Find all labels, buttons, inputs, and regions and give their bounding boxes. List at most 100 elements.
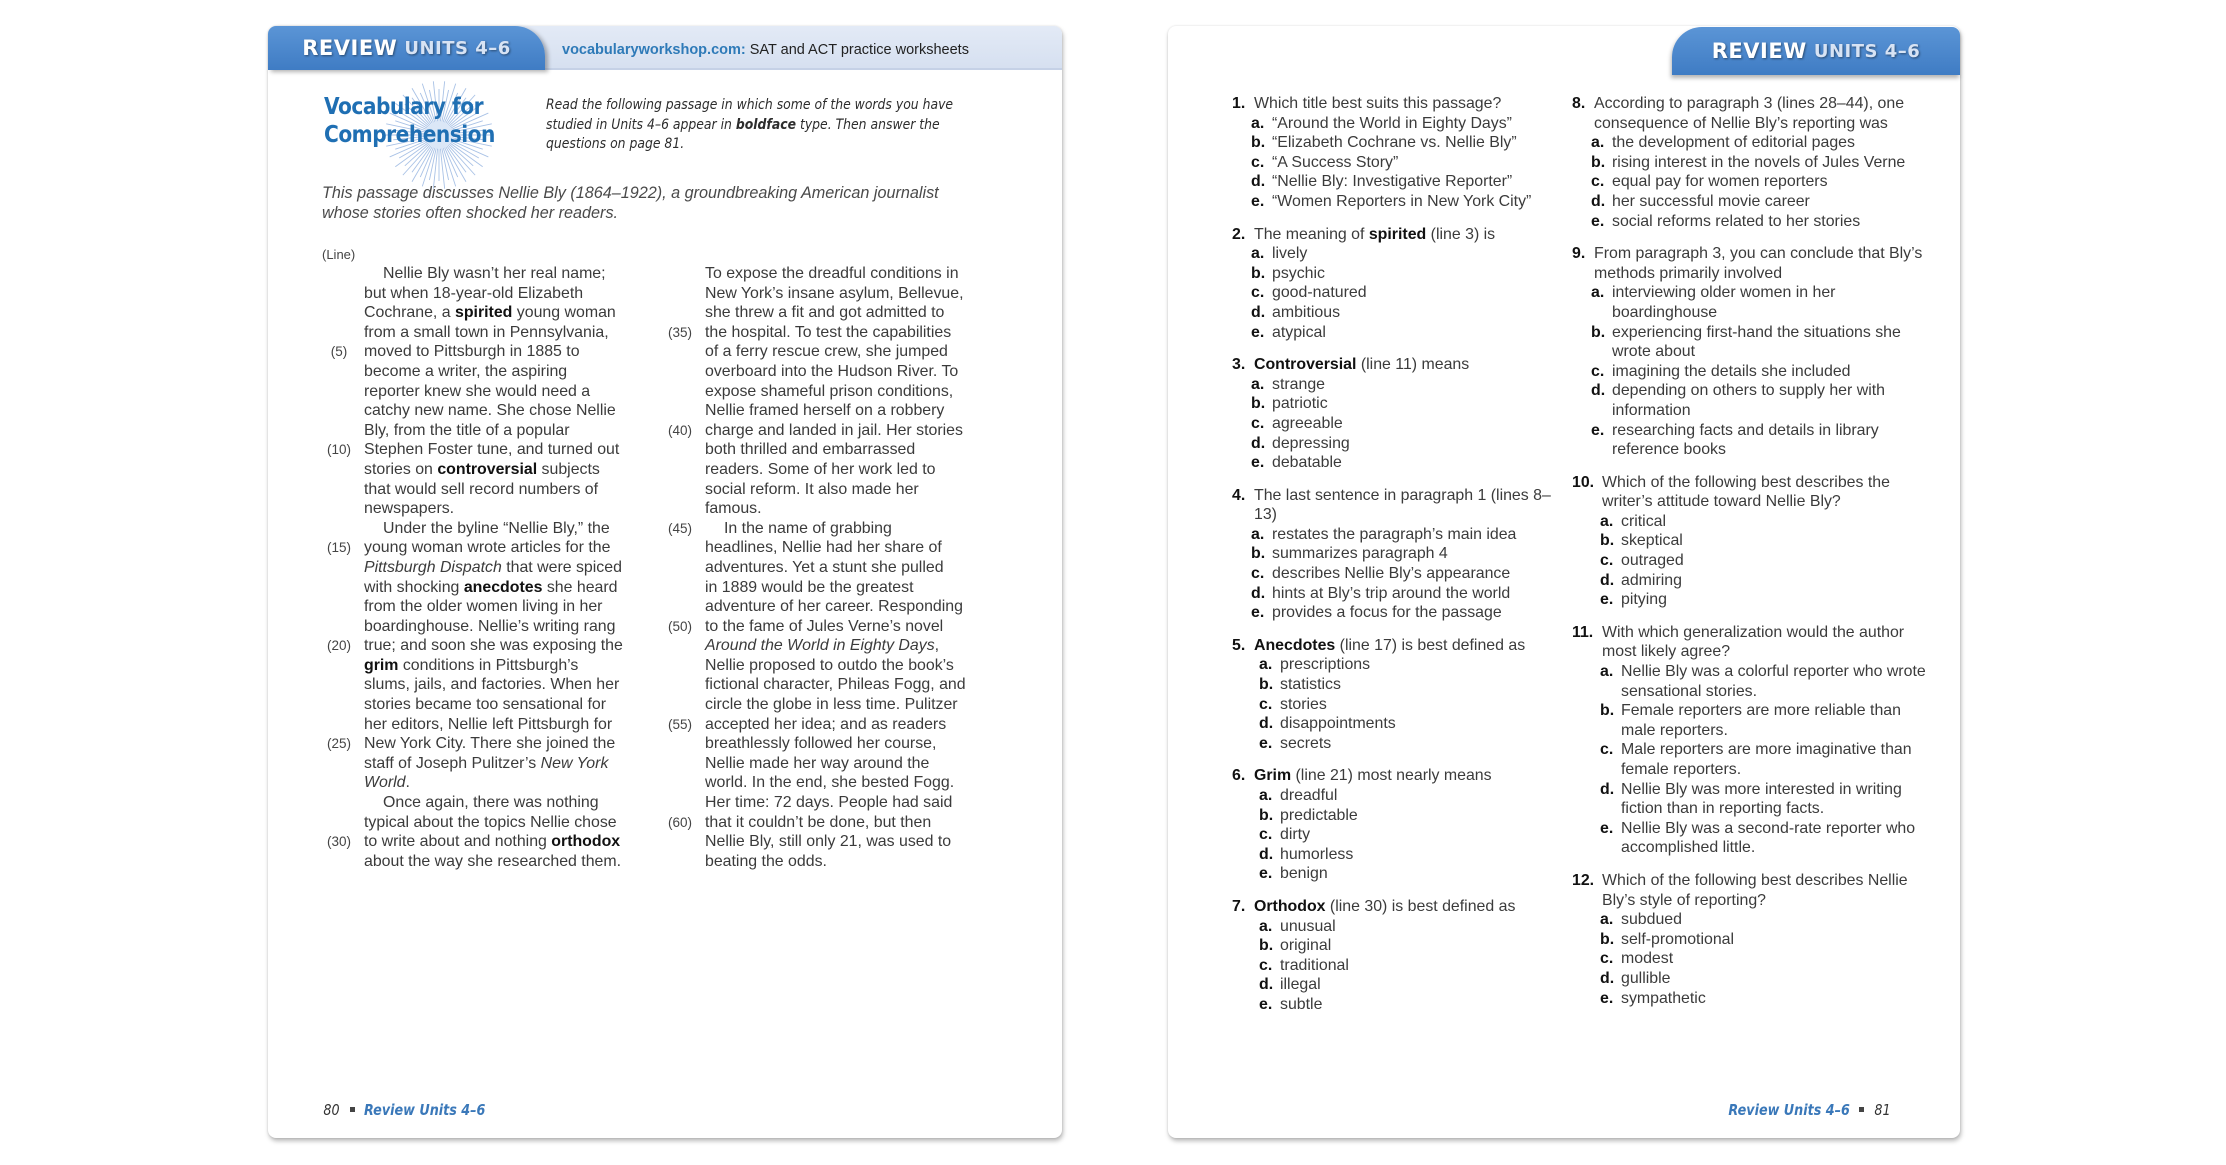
passage-text: staff of Joseph Pulitzer’s New York (364, 754, 609, 772)
passage-text: true; and soon she was exposing the (364, 637, 623, 655)
instructions: Read the following passage in which some… (546, 96, 960, 155)
answer-option[interactable]: e. debatable (1232, 453, 1572, 473)
answer-option[interactable]: b. experiencing first-hand the situations… (1572, 323, 1932, 362)
answer-option[interactable]: a. “Around the World in Eighty Days” (1232, 114, 1572, 134)
answer-option[interactable]: b. original (1232, 936, 1572, 956)
answer-option[interactable]: b. Female reporters are more reliable tha… (1572, 701, 1932, 740)
answer-option[interactable]: b. psychic (1232, 264, 1572, 284)
answer-option[interactable]: d. admiring (1572, 571, 1932, 591)
answer-option[interactable]: e. benign (1232, 864, 1572, 884)
footer-title: Review Units 4–6 (364, 1101, 486, 1119)
answer-option[interactable]: e. Nellie Bly was a second-rate reporter … (1572, 819, 1932, 858)
option-text: secrets (1280, 734, 1332, 752)
answer-option[interactable]: c. equal pay for women reporters (1572, 172, 1932, 192)
answer-option[interactable]: b. summarizes paragraph 4 (1232, 544, 1572, 564)
answer-option[interactable]: d. ambitious (1232, 303, 1572, 323)
option-text: dreadful (1280, 787, 1338, 804)
question: 2. The meaning of spirited (line 3) is a. l… (1232, 225, 1572, 343)
option-text: Male reporters are more imaginative than… (1621, 741, 1912, 778)
passage-text: that would sell record numbers of (364, 480, 599, 498)
option-letter: a. (1251, 525, 1265, 543)
answer-option[interactable]: e. secrets (1232, 734, 1572, 754)
line-number: (20) (326, 638, 351, 654)
option-text: Nellie Bly was a colorful reporter who w… (1621, 663, 1926, 700)
answer-option[interactable]: b. rising interest in the novels of Jules… (1572, 153, 1932, 173)
answer-option[interactable]: e. social reforms related to her stories (1572, 212, 1932, 232)
site-url-link[interactable]: vocabularyworkshop.com: (562, 42, 746, 58)
answer-option[interactable]: a. subdued (1572, 910, 1932, 930)
passage-text: adventure of her career. Responding (705, 598, 963, 616)
passage-text: Nellie made her way around the (705, 754, 930, 772)
answer-option[interactable]: d. “Nellie Bly: Investigative Reporter” (1232, 172, 1572, 192)
answer-option[interactable]: a. critical (1572, 512, 1932, 532)
title-italic: New York (540, 754, 609, 772)
answer-option[interactable]: d. her successful movie career (1572, 192, 1932, 212)
option-text: stories (1280, 695, 1327, 713)
option-text: atypical (1272, 323, 1326, 341)
option-text: ambitious (1272, 303, 1341, 321)
answer-option[interactable]: a. unusual (1232, 917, 1572, 937)
answer-option[interactable]: b. statistics (1232, 675, 1572, 695)
answer-option[interactable]: e. researching facts and details in libra… (1572, 421, 1932, 460)
passage-line: with shocking anecdotes she heard (364, 578, 654, 598)
answer-option[interactable]: d. depending on others to supply her with… (1572, 381, 1932, 420)
answer-option[interactable]: c. imagining the details she included (1572, 362, 1932, 382)
answer-option[interactable]: a. restates the paragraph’s main idea (1232, 525, 1572, 545)
answer-option[interactable]: e. “Women Reporters in New York City” (1232, 192, 1572, 212)
passage-text: beating the odds. (705, 852, 827, 870)
answer-option[interactable]: c. describes Nellie Bly’s appearance (1232, 564, 1572, 584)
answer-option[interactable]: b. self-promotional (1572, 930, 1932, 950)
answer-option[interactable]: c. Male reporters are more imaginative th… (1572, 740, 1932, 779)
option-letter: a. (1251, 375, 1265, 393)
answer-option[interactable]: d. gullible (1572, 969, 1932, 989)
passage-line: breathlessly followed her course, (705, 734, 1005, 754)
page-footer: Review Units 4–6 81 (1707, 1101, 1892, 1119)
answer-option[interactable]: a. lively (1232, 244, 1572, 264)
option-letter: c. (1259, 956, 1273, 974)
answer-option[interactable]: e. pitying (1572, 590, 1932, 610)
option-letter: b. (1259, 937, 1274, 955)
bullet-square-icon (350, 1106, 356, 1112)
option-letter: a. (1259, 656, 1273, 674)
option-letter: d. (1259, 976, 1274, 994)
passage-line: of a ferry rescue crew, she jumped (705, 342, 1005, 362)
answer-option[interactable]: a. Nellie Bly was a colorful reporter who… (1572, 662, 1932, 701)
answer-option[interactable]: d. disappointments (1232, 714, 1572, 734)
answer-option[interactable]: c. outraged (1572, 551, 1932, 571)
answer-option[interactable]: a. strange (1232, 375, 1572, 395)
answer-option[interactable]: a. the development of editorial pages (1572, 133, 1932, 153)
passage-line: reporter knew she would need a (364, 382, 654, 402)
question-number: 6. (1232, 767, 1246, 785)
answer-option[interactable]: d. illegal (1232, 975, 1572, 995)
answer-option[interactable]: d. humorless (1232, 845, 1572, 865)
answer-option[interactable]: c. agreeable (1232, 414, 1572, 434)
question: 12. Which of the following best describes… (1572, 871, 1932, 1008)
answer-option[interactable]: c. “A Success Story” (1232, 153, 1572, 173)
passage-line: New York’s insane asylum, Bellevue, (705, 284, 1005, 304)
answer-option[interactable]: a. interviewing older women in her boardi… (1572, 283, 1932, 322)
answer-option[interactable]: d. hints at Bly’s trip around the world (1232, 584, 1572, 604)
answer-option[interactable]: a. dreadful (1232, 786, 1572, 806)
answer-option[interactable]: e. atypical (1232, 323, 1572, 343)
answer-option[interactable]: b. “Elizabeth Cochrane vs. Nellie Bly” (1232, 133, 1572, 153)
answer-option[interactable]: e. provides a focus for the passage (1232, 603, 1572, 623)
question-text: According to paragraph 3 (lines 28–44), … (1594, 95, 1905, 132)
answer-option[interactable]: b. patriotic (1232, 394, 1572, 414)
question-number: 4. (1232, 486, 1246, 504)
answer-option[interactable]: d. depressing (1232, 434, 1572, 454)
answer-option[interactable]: c. stories (1232, 695, 1572, 715)
answer-option[interactable]: c. modest (1572, 949, 1932, 969)
answer-option[interactable]: b. predictable (1232, 806, 1572, 826)
answer-option[interactable]: b. skeptical (1572, 531, 1932, 551)
answer-option[interactable]: d. Nellie Bly was more interested in writ… (1572, 780, 1932, 819)
question-stem: 6. Grim (line 21) most nearly means (1232, 766, 1572, 786)
answer-option[interactable]: e. sympathetic (1572, 989, 1932, 1009)
passage-text: social reform. It also made her (705, 480, 919, 498)
answer-option[interactable]: c. good-natured (1232, 283, 1572, 303)
answer-option[interactable]: a. prescriptions (1232, 655, 1572, 675)
answer-option[interactable]: c. traditional (1232, 956, 1572, 976)
answer-option[interactable]: e. subtle (1232, 995, 1572, 1015)
passage-line: Nellie framed herself on a robbery (705, 401, 1005, 421)
passage-text: Under the byline “Nellie Bly,” the (383, 519, 610, 537)
answer-option[interactable]: c. dirty (1232, 825, 1572, 845)
